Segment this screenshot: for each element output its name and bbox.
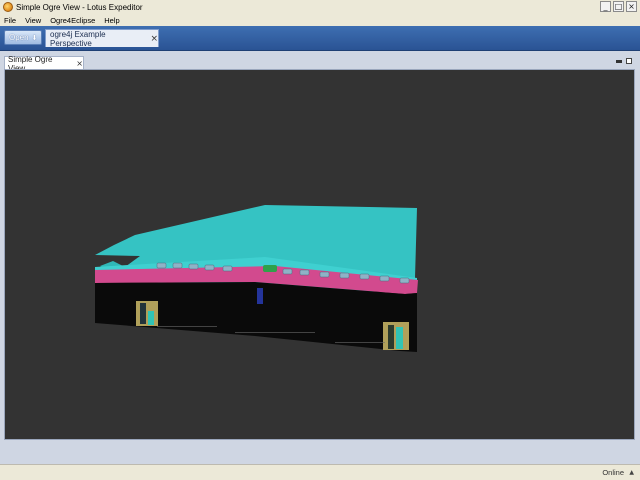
app-icon: [3, 2, 13, 12]
tab-simple-ogre-view[interactable]: Simple Ogre View ×: [4, 55, 84, 73]
launcher-toolbar: Open ⬇ ogre4j Example Perspective ×: [0, 26, 640, 51]
window-controls: _ □ ×: [600, 1, 637, 12]
close-icon[interactable]: ×: [76, 59, 83, 68]
left-door: [136, 301, 158, 326]
title-bar: Simple Ogre View - Lotus Expeditor _ □ ×: [0, 0, 640, 15]
open-button-label: Open: [9, 33, 29, 42]
menu-view[interactable]: View: [25, 16, 41, 25]
status-online-label[interactable]: Online: [602, 468, 624, 477]
tab-perspective[interactable]: ogre4j Example Perspective ×: [45, 29, 159, 48]
minimize-button[interactable]: _: [600, 1, 611, 12]
caret-up-icon[interactable]: ▲: [629, 469, 634, 476]
maximize-view-icon[interactable]: [626, 58, 632, 64]
maximize-button[interactable]: □: [613, 1, 624, 12]
menu-help[interactable]: Help: [104, 16, 119, 25]
rooftop-green-object: [263, 265, 277, 272]
ogre-render-canvas[interactable]: [4, 69, 635, 440]
menu-file[interactable]: File: [4, 16, 16, 25]
perspective-tab-label: ogre4j Example Perspective: [50, 29, 106, 48]
close-button[interactable]: ×: [626, 1, 637, 12]
view-area: Simple Ogre View ×: [0, 51, 640, 464]
scene-svg: [95, 205, 418, 352]
arrow-down-icon: ⬇: [31, 33, 38, 42]
open-button[interactable]: Open ⬇: [4, 30, 42, 45]
status-bar: Online ▲: [0, 464, 640, 480]
view-controls: [616, 58, 632, 64]
blue-window: [257, 288, 263, 304]
window-title: Simple Ogre View - Lotus Expeditor: [16, 2, 143, 12]
menu-ogre4eclipse[interactable]: Ogre4Eclipse: [50, 16, 95, 25]
menu-bar: File View Ogre4Eclipse Help: [0, 14, 640, 26]
right-door: [383, 322, 409, 350]
minimize-view-icon[interactable]: [616, 60, 622, 63]
close-icon[interactable]: ×: [150, 34, 158, 44]
